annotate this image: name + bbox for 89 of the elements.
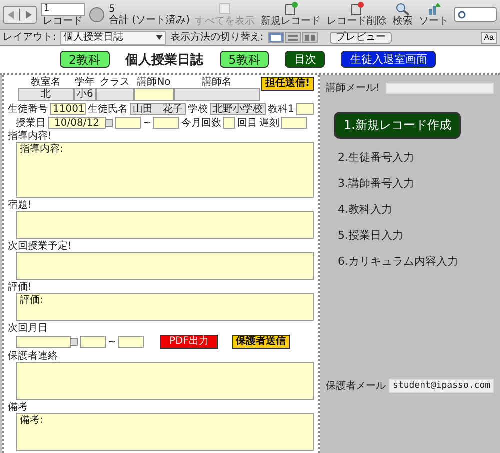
note-label: 評価! [8, 282, 34, 293]
field-label: 生徒番号 [8, 104, 48, 114]
search-field[interactable] [454, 7, 497, 22]
range-separator: ~ [143, 118, 152, 128]
document-icon [282, 2, 299, 16]
note-label: 保護者連絡 [8, 351, 59, 362]
form-field[interactable]: 北野小学校 [210, 103, 266, 115]
field-label: クラス [100, 77, 130, 88]
lesson-date-label: 授業日 [16, 118, 46, 128]
count-suffix: 回目 [237, 118, 258, 128]
delete-button[interactable]: レコード削除 [326, 2, 388, 27]
record-label: レコード [43, 16, 83, 26]
note-label: 備考 [8, 402, 29, 413]
next-start-field[interactable] [80, 336, 106, 348]
next-date-label: 次回月日 [8, 323, 49, 334]
form-field[interactable]: 北 [18, 88, 74, 101]
found-count: 5 [109, 4, 116, 14]
step-text: 3.講師番号入力 [338, 176, 414, 191]
end-time-field[interactable] [153, 117, 180, 129]
nav-button[interactable]: 2教科 [60, 51, 110, 68]
pdf-export-button[interactable]: PDF出力 [160, 335, 218, 349]
step-text: 5.授業日入力 [338, 228, 404, 243]
new-record-button[interactable]: 1.新規レコード作成 [334, 112, 462, 139]
field-label: 学年 [75, 77, 95, 88]
step-text: 4.教科入力 [338, 202, 392, 217]
next-date-field[interactable] [16, 336, 71, 348]
note-label: 指導内容! [8, 131, 54, 142]
step-text: 6.カリキュラム内容入力 [338, 254, 458, 269]
page-title: 個人授業日誌 [126, 52, 204, 68]
form-field[interactable]: 小6 [74, 88, 96, 101]
note-field[interactable] [16, 362, 314, 400]
calendar-icon[interactable] [105, 119, 113, 127]
late-field[interactable] [281, 117, 308, 129]
nav-button[interactable]: 生徒入退室画面 [341, 51, 436, 68]
step-text: 2.生徒番号入力 [338, 150, 414, 165]
count-field[interactable] [223, 117, 236, 129]
send-parent-button[interactable]: 保護者送信 [232, 335, 290, 349]
note-field[interactable] [16, 252, 314, 280]
record-number-field[interactable]: 1 [41, 2, 85, 16]
teacher-mail-field[interactable] [386, 83, 494, 94]
field-label: 生徒氏名 [88, 104, 128, 114]
table-view-button[interactable] [302, 32, 318, 43]
nav-button[interactable]: 5教科 [220, 51, 270, 68]
find-button[interactable]: 検索 [392, 2, 414, 27]
form-field[interactable]: 山田 花子 [130, 103, 186, 115]
range-separator: ~ [108, 336, 116, 348]
document-icon [216, 2, 233, 16]
sort-button[interactable]: ソート [418, 2, 450, 27]
view-switch-label: 表示方法の切り替え: [170, 32, 264, 43]
form-field[interactable]: 11001 [50, 103, 86, 115]
note-field[interactable]: 評価: [16, 293, 314, 321]
teacher-mail-label: 講師メール! [326, 83, 380, 94]
next-end-field[interactable] [118, 336, 144, 348]
note-label: 次回授業予定! [8, 241, 74, 252]
monthly-count-label: 今月回数 [181, 118, 222, 128]
list-view-button[interactable] [284, 32, 301, 43]
note-label: 宿題! [8, 200, 34, 211]
font-size-button[interactable]: Aa [481, 32, 497, 44]
note-field[interactable]: 指導内容: [16, 142, 314, 198]
field-label: 学校 [188, 104, 208, 114]
form-field[interactable] [134, 88, 174, 101]
send-teacher-button[interactable]: 担任送信! [261, 77, 314, 91]
form-view-button[interactable] [268, 32, 284, 43]
found-total-label: 合計 (ソート済み) [109, 14, 190, 26]
layout-dropdown[interactable]: 個人授業日誌 [60, 30, 166, 44]
record-navigation-icon[interactable] [3, 6, 37, 24]
document-icon [348, 2, 365, 16]
parent-mail-field[interactable]: student@ipasso.com [389, 379, 494, 393]
dropdown-caret-icon [156, 35, 164, 40]
note-field[interactable]: 備考: [16, 413, 314, 451]
field-label: 教室名 [31, 77, 61, 88]
date-field[interactable]: 10/08/12 [48, 117, 106, 129]
calendar-icon[interactable] [70, 338, 78, 346]
late-label: 遅刻 [259, 118, 280, 128]
start-time-field[interactable] [115, 117, 141, 129]
field-label: 講師名 [202, 77, 232, 88]
pie-chart-icon [89, 6, 105, 22]
field-label: 講師No [137, 77, 171, 88]
form-field[interactable] [296, 103, 314, 115]
parent-mail-label: 保護者メール [326, 380, 386, 392]
form-field[interactable] [96, 88, 134, 101]
preview-button[interactable]: プレビュー [330, 32, 392, 44]
search-icon [394, 2, 411, 16]
nav-button[interactable]: 目次 [285, 51, 326, 68]
new-button[interactable]: 新規レコード [260, 2, 322, 27]
field-label: 教科1 [268, 104, 294, 114]
form-field[interactable] [174, 88, 260, 101]
note-field[interactable] [16, 211, 314, 239]
layout-label: レイアウト: [3, 32, 56, 43]
